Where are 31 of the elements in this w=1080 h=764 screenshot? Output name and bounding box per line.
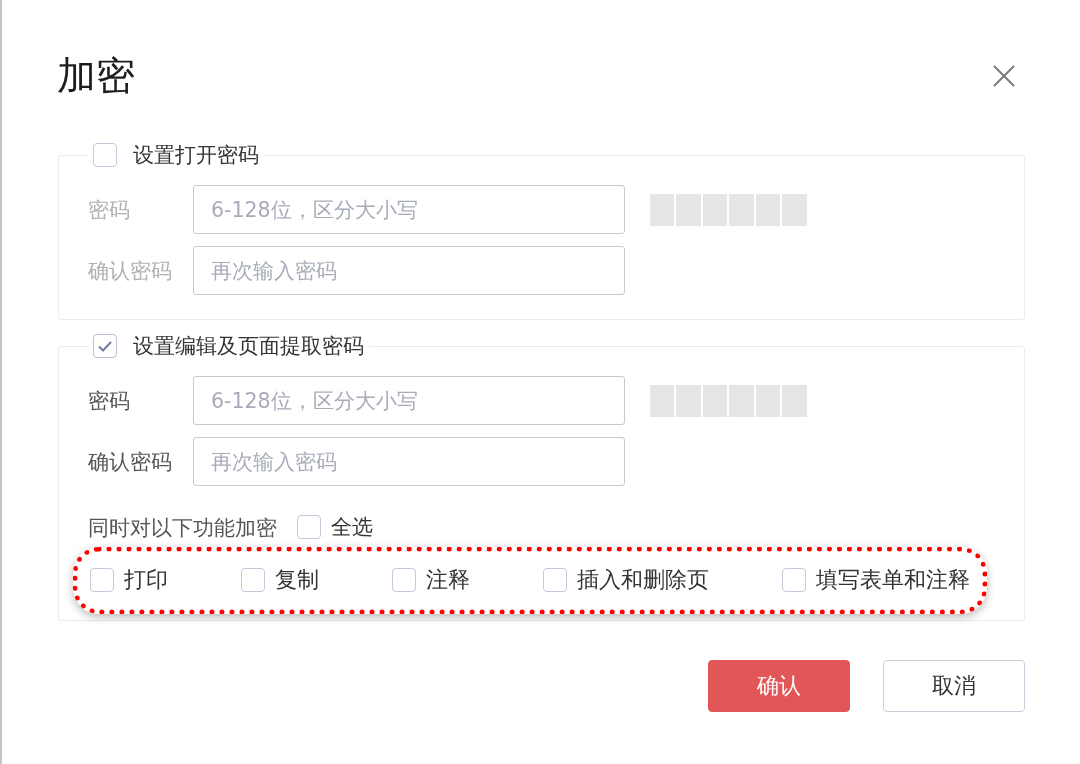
password-field[interactable]: 6-128位，区分大小写 bbox=[193, 376, 625, 425]
checkbox-label: 复制 bbox=[275, 567, 319, 593]
checkbox-label: 设置编辑及页面提取密码 bbox=[133, 332, 364, 360]
checkbox[interactable] bbox=[392, 568, 416, 592]
close-button[interactable] bbox=[993, 65, 1015, 87]
checkmark-icon bbox=[98, 340, 112, 352]
checkbox[interactable] bbox=[90, 568, 114, 592]
checkbox[interactable] bbox=[93, 334, 117, 358]
field-label: 密码 bbox=[88, 196, 131, 224]
checkbox[interactable] bbox=[93, 143, 117, 167]
permissions-label: 同时对以下功能加密 bbox=[88, 513, 277, 542]
dialog-title: 加密 bbox=[57, 52, 135, 100]
cancel-button[interactable]: 取消 bbox=[883, 660, 1025, 712]
password-field[interactable]: 再次输入密码 bbox=[193, 437, 625, 486]
confirm-button[interactable]: 确认 bbox=[708, 660, 850, 712]
checkbox[interactable] bbox=[782, 568, 806, 592]
checkbox-label: 插入和删除页 bbox=[577, 567, 709, 593]
checkbox[interactable] bbox=[241, 568, 265, 592]
password-field[interactable]: 6-128位，区分大小写 bbox=[193, 185, 625, 234]
field-label: 确认密码 bbox=[88, 257, 173, 285]
checkbox-label: 全选 bbox=[331, 514, 373, 540]
checkbox[interactable] bbox=[543, 568, 567, 592]
field-label: 确认密码 bbox=[88, 448, 173, 476]
close-icon bbox=[993, 65, 1015, 87]
checkbox-label: 填写表单和注释 bbox=[816, 567, 970, 593]
checkbox-label: 打印 bbox=[124, 567, 168, 593]
field-label: 密码 bbox=[88, 387, 131, 415]
checkbox-label: 注释 bbox=[426, 567, 470, 593]
checkbox-label: 设置打开密码 bbox=[133, 141, 259, 169]
password-field[interactable]: 再次输入密码 bbox=[193, 246, 625, 295]
checkbox[interactable] bbox=[297, 515, 321, 539]
